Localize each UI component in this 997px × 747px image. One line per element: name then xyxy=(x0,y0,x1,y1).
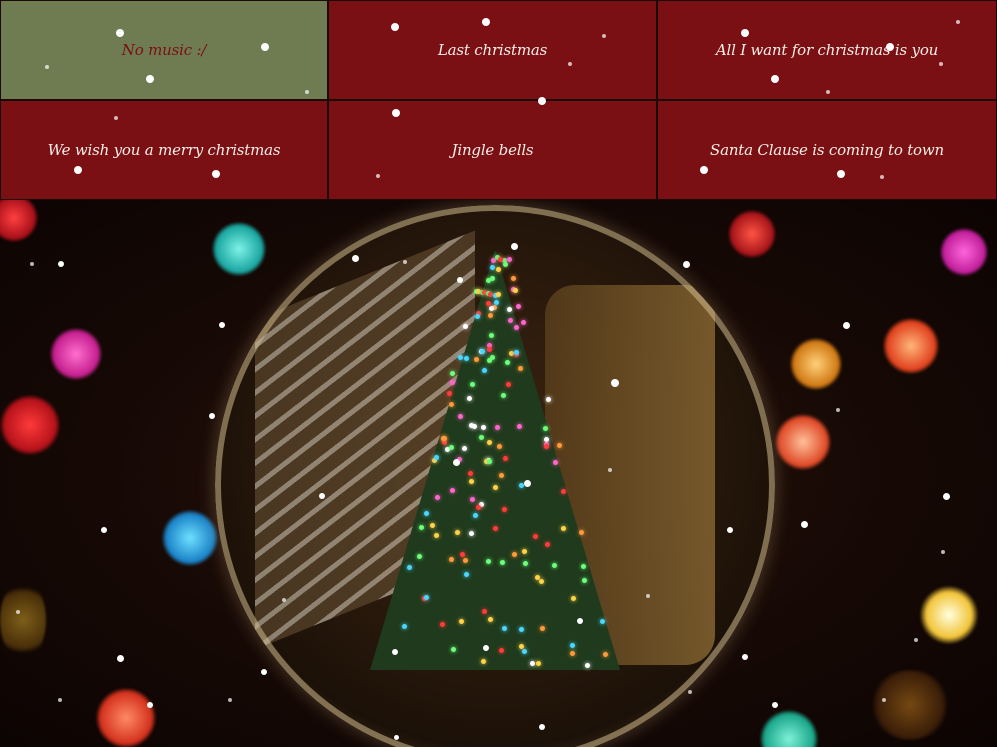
bokeh-light xyxy=(50,328,102,380)
song-button-label: Santa Clause is coming to town xyxy=(710,141,944,159)
song-button-all-i-want[interactable]: All I want for christmas is you xyxy=(657,0,997,100)
bokeh-light xyxy=(0,200,38,242)
bokeh-light xyxy=(760,710,818,747)
song-button-label: Jingle bells xyxy=(451,141,534,159)
song-button-label: Last christmas xyxy=(437,41,548,59)
bokeh-light xyxy=(728,210,776,258)
bokeh-light xyxy=(212,222,266,276)
bokeh-light xyxy=(0,580,46,660)
ornament-rim xyxy=(215,205,775,747)
bokeh-light xyxy=(883,318,939,374)
bokeh-light xyxy=(775,414,831,470)
bokeh-light xyxy=(162,510,218,566)
song-button-label: No music :/ xyxy=(121,41,207,59)
christmas-music-page: No music :/ Last christmas All I want fo… xyxy=(0,0,997,747)
song-button-no-music[interactable]: No music :/ xyxy=(0,0,328,100)
song-button-label: We wish you a merry christmas xyxy=(47,141,281,159)
bokeh-light xyxy=(790,338,842,390)
song-button-label: All I want for christmas is you xyxy=(715,41,939,59)
bokeh-light xyxy=(920,586,978,644)
glass-ornament xyxy=(215,205,775,747)
christmas-background-image xyxy=(0,200,997,747)
bokeh-light xyxy=(940,228,988,276)
bokeh-light xyxy=(0,395,60,455)
bokeh-light xyxy=(870,670,950,740)
song-button-last-christmas[interactable]: Last christmas xyxy=(328,0,657,100)
bokeh-light xyxy=(96,688,156,747)
song-button-grid: No music :/ Last christmas All I want fo… xyxy=(0,0,997,200)
song-button-jingle-bells[interactable]: Jingle bells xyxy=(328,100,657,200)
song-button-we-wish-you[interactable]: We wish you a merry christmas xyxy=(0,100,328,200)
song-button-santa-clause[interactable]: Santa Clause is coming to town xyxy=(657,100,997,200)
